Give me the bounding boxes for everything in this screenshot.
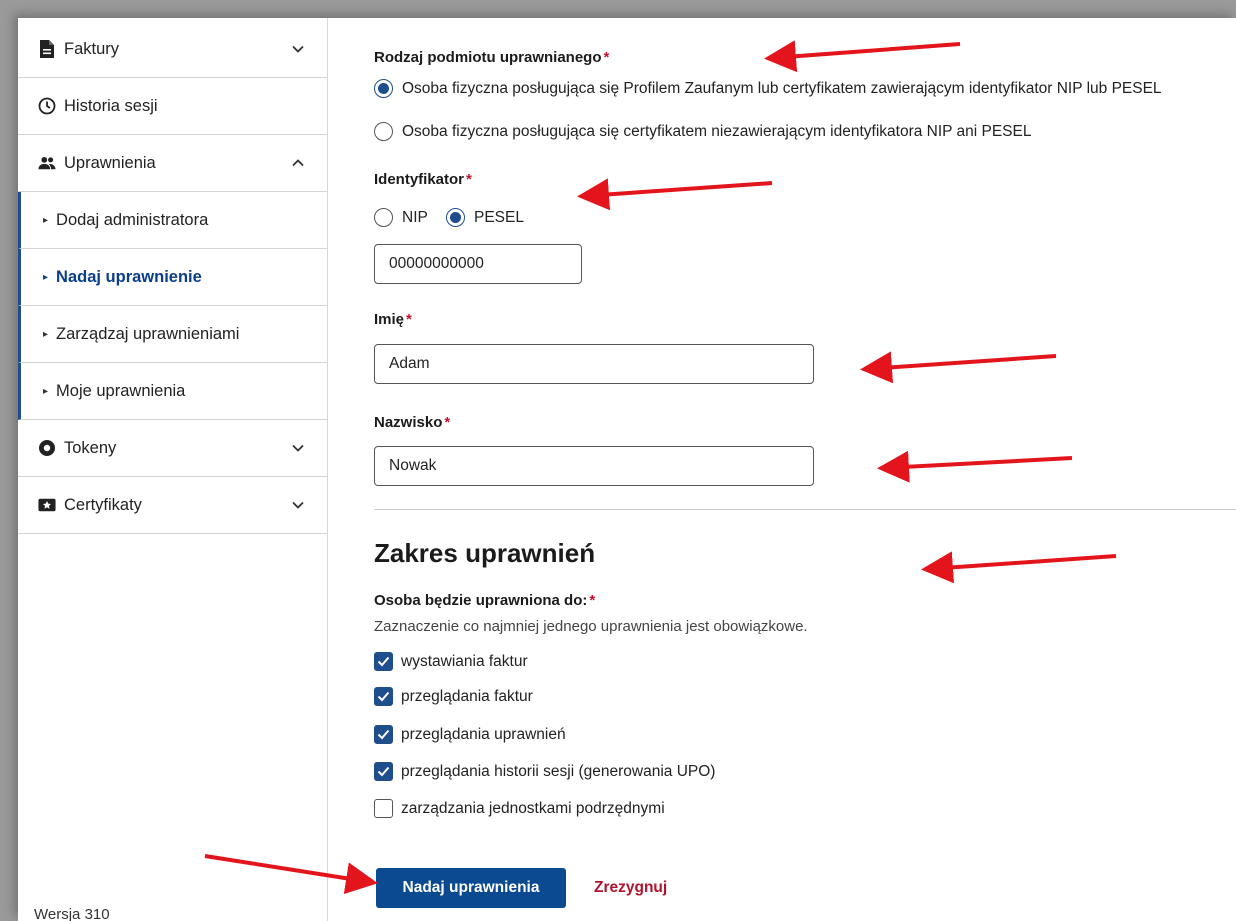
required-mark: * bbox=[406, 311, 412, 328]
permission-przegladania-faktur[interactable]: przeglądania faktur bbox=[374, 687, 533, 706]
subject-option-with-id[interactable]: Osoba fizyczna posługująca się Profilem … bbox=[374, 79, 1162, 98]
required-mark: * bbox=[589, 592, 596, 609]
permission-przegladania-uprawnien[interactable]: przeglądania uprawnień bbox=[374, 725, 566, 744]
clock-icon bbox=[38, 97, 56, 115]
token-icon bbox=[38, 439, 56, 457]
permission-zarzadzania-jednostkami[interactable]: zarządzania jednostkami podrzędnymi bbox=[374, 799, 665, 818]
permission-przegladania-historii-sesji[interactable]: przeglądania historii sesji (generowania… bbox=[374, 762, 715, 781]
chevron-up-icon bbox=[292, 159, 304, 167]
last-name-label: Nazwisko * bbox=[374, 414, 451, 431]
checkbox[interactable] bbox=[374, 762, 393, 781]
radio-label: PESEL bbox=[474, 208, 524, 226]
sidebar-item-label: Uprawnienia bbox=[64, 153, 156, 172]
bullet-icon: ▸ bbox=[43, 271, 49, 283]
sidebar: Faktury Historia sesji Uprawnienia ▸ Dod… bbox=[18, 18, 328, 921]
section-divider bbox=[374, 509, 1236, 510]
last-name-input[interactable]: Nowak bbox=[374, 446, 814, 486]
identifier-option-nip[interactable]: NIP bbox=[374, 208, 428, 227]
sidebar-item-tokeny[interactable]: Tokeny bbox=[18, 420, 327, 477]
sidebar-item-certyfikaty[interactable]: Certyfikaty bbox=[18, 477, 327, 534]
sidebar-subitem-label: Dodaj administratora bbox=[56, 210, 209, 229]
sidebar-subitem-label: Zarządzaj uprawnieniami bbox=[56, 324, 240, 343]
scope-label: Osoba będzie uprawniona do: * bbox=[374, 592, 596, 609]
scope-heading: Zakres uprawnień bbox=[374, 538, 596, 568]
submit-button[interactable]: Nadaj uprawnienia bbox=[376, 868, 566, 908]
checkbox-label: przeglądania faktur bbox=[401, 687, 533, 705]
chevron-down-icon bbox=[292, 501, 304, 509]
sidebar-item-label: Certyfikaty bbox=[64, 495, 142, 514]
checkbox-label: wystawiania faktur bbox=[401, 652, 528, 670]
first-name-input[interactable]: Adam bbox=[374, 344, 814, 384]
radio-label: Osoba fizyczna posługująca się certyfika… bbox=[402, 122, 1032, 140]
radio-label: NIP bbox=[402, 208, 428, 226]
sidebar-item-historia-sesji[interactable]: Historia sesji bbox=[18, 78, 327, 135]
permission-wystawiania-faktur[interactable]: wystawiania faktur bbox=[374, 652, 528, 671]
radio-button[interactable] bbox=[446, 208, 465, 227]
checkbox-label: przeglądania uprawnień bbox=[401, 725, 566, 743]
required-mark: * bbox=[466, 171, 472, 188]
sidebar-item-uprawnienia[interactable]: Uprawnienia bbox=[18, 135, 327, 192]
required-mark: * bbox=[603, 49, 610, 66]
sidebar-subitem-label: Moje uprawnienia bbox=[56, 381, 186, 400]
sidebar-subitem-moje-uprawnienia[interactable]: ▸ Moje uprawnienia bbox=[18, 363, 327, 420]
first-name-label: Imię * bbox=[374, 311, 412, 328]
bullet-icon: ▸ bbox=[43, 328, 49, 340]
checkbox-label: zarządzania jednostkami podrzędnymi bbox=[401, 799, 665, 817]
sidebar-item-label: Historia sesji bbox=[64, 96, 158, 115]
sidebar-subitem-zarzadzaj-uprawnieniami[interactable]: ▸ Zarządzaj uprawnieniami bbox=[18, 306, 327, 363]
cancel-link[interactable]: Zrezygnuj bbox=[594, 868, 667, 908]
checkbox[interactable] bbox=[374, 725, 393, 744]
radio-button[interactable] bbox=[374, 208, 393, 227]
subject-option-without-id[interactable]: Osoba fizyczna posługująca się certyfika… bbox=[374, 122, 1031, 141]
chevron-down-icon bbox=[292, 444, 304, 452]
checkbox[interactable] bbox=[374, 799, 393, 818]
bullet-icon: ▸ bbox=[43, 385, 49, 397]
sidebar-item-faktury[interactable]: Faktury bbox=[18, 21, 327, 78]
app-version: Wersja 310 bbox=[34, 906, 110, 921]
chevron-down-icon bbox=[292, 45, 304, 53]
permission-form: Rodzaj podmiotu uprawnianego * Osoba fizy… bbox=[374, 18, 1236, 921]
required-mark: * bbox=[444, 414, 451, 431]
bullet-icon: ▸ bbox=[43, 214, 49, 226]
radio-label: Osoba fizyczna posługująca się Profilem … bbox=[402, 79, 1162, 97]
subject-type-label: Rodzaj podmiotu uprawnianego * bbox=[374, 49, 610, 66]
certificate-icon bbox=[38, 496, 56, 514]
sidebar-subitem-label: Nadaj uprawnienie bbox=[56, 267, 202, 286]
scope-hint: Zaznaczenie co najmniej jednego uprawnie… bbox=[374, 618, 808, 635]
radio-button[interactable] bbox=[374, 122, 393, 141]
document-icon bbox=[38, 40, 56, 58]
users-icon bbox=[38, 154, 56, 172]
sidebar-subitem-nadaj-uprawnienie[interactable]: ▸ Nadaj uprawnienie bbox=[18, 249, 327, 306]
checkbox-label: przeglądania historii sesji (generowania… bbox=[401, 762, 716, 780]
sidebar-item-label: Tokeny bbox=[64, 438, 117, 457]
app-window: Faktury Historia sesji Uprawnienia ▸ Dod… bbox=[18, 18, 1236, 921]
identifier-input[interactable]: 00000000000 bbox=[374, 244, 582, 284]
radio-button[interactable] bbox=[374, 79, 393, 98]
checkbox[interactable] bbox=[374, 687, 393, 706]
sidebar-subitem-dodaj-administratora[interactable]: ▸ Dodaj administratora bbox=[18, 192, 327, 249]
sidebar-item-label: Faktury bbox=[64, 39, 120, 58]
identifier-option-pesel[interactable]: PESEL bbox=[446, 208, 524, 227]
identifier-label: Identyfikator * bbox=[374, 171, 472, 188]
checkbox[interactable] bbox=[374, 652, 393, 671]
